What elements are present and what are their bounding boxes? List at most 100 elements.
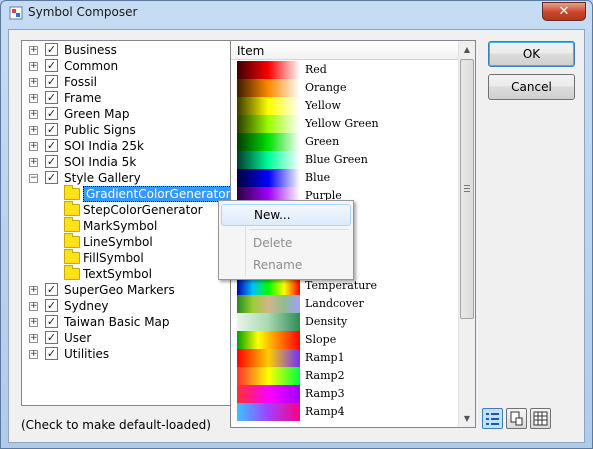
view-list-button[interactable]	[482, 408, 503, 429]
folder-icon	[64, 265, 80, 280]
tree-node-label: Fossil	[64, 75, 97, 89]
default-load-checkbox[interactable]: ✓	[45, 91, 58, 104]
list-item[interactable]: Blue Green	[235, 151, 455, 169]
list-item[interactable]: Ramp1	[235, 349, 455, 367]
context-menu: New... Delete Rename	[218, 200, 354, 280]
default-load-checkbox[interactable]: ✓	[45, 123, 58, 136]
tree-node-label: Green Map	[64, 107, 130, 121]
list-item[interactable]: Ramp3	[235, 385, 455, 403]
list-item-label: Density	[305, 315, 348, 328]
default-load-checkbox[interactable]: ✓	[45, 155, 58, 168]
tree-child-label: FillSymbol	[83, 251, 144, 265]
ok-button[interactable]: OK	[488, 41, 575, 67]
tree-node-label: Utilities	[64, 347, 110, 361]
tree-node-label: Style Gallery	[64, 171, 141, 185]
default-load-checkbox[interactable]: ✓	[45, 107, 58, 120]
gradient-swatch	[237, 349, 300, 367]
expander-icon[interactable]: +	[29, 78, 38, 87]
tree-node-label: Frame	[64, 91, 102, 105]
expander-icon[interactable]: +	[29, 94, 38, 103]
tree-node-label: Business	[64, 43, 117, 57]
list-item[interactable]: Yellow	[235, 97, 455, 115]
default-load-checkbox[interactable]: ✓	[45, 139, 58, 152]
expander-icon[interactable]: +	[29, 46, 38, 55]
expander-icon[interactable]: +	[29, 318, 38, 327]
expander-icon[interactable]: −	[29, 174, 38, 183]
folder-icon	[64, 201, 80, 216]
list-item-label: Yellow	[305, 99, 341, 112]
menu-item-new[interactable]: New...	[221, 204, 351, 226]
list-item[interactable]: Ramp2	[235, 367, 455, 385]
menu-item-rename[interactable]: Rename	[221, 255, 351, 277]
list-item-label: Blue	[305, 171, 331, 184]
expander-icon[interactable]: +	[29, 142, 38, 151]
status-hint: (Check to make default-loaded)	[21, 418, 211, 432]
list-item-label: Landcover	[305, 297, 364, 310]
list-header-label: Item	[237, 44, 265, 58]
scroll-up-arrow-icon[interactable]: ▲	[459, 41, 475, 58]
vertical-scrollbar[interactable]: ▲ ▼	[458, 41, 475, 427]
default-load-checkbox[interactable]: ✓	[45, 171, 58, 184]
gradient-swatch	[237, 115, 300, 133]
list-item-label: Temperature	[305, 279, 378, 292]
default-load-checkbox[interactable]: ✓	[45, 59, 58, 72]
title-bar[interactable]: Symbol Composer ✕	[1, 1, 592, 27]
symbol-composer-window: Symbol Composer ✕ + ✓ Business + ✓ Common + ✓ Fo…	[0, 0, 593, 449]
menu-item-rename-label: Rename	[253, 258, 303, 272]
expander-icon[interactable]: +	[29, 334, 38, 343]
gradient-swatch	[237, 61, 300, 79]
list-item[interactable]: Ramp4	[235, 403, 455, 421]
view-preview-button[interactable]	[506, 408, 527, 429]
list-item[interactable]: Green	[235, 133, 455, 151]
expander-icon[interactable]: +	[29, 286, 38, 295]
tree-child-label: GradientColorGenerator	[83, 186, 234, 202]
tree-node-label: Sydney	[64, 299, 109, 313]
expander-icon[interactable]: +	[29, 126, 38, 135]
list-header-item[interactable]: Item	[231, 41, 458, 60]
expander-icon[interactable]: +	[29, 110, 38, 119]
list-item[interactable]: Blue	[235, 169, 455, 187]
default-load-checkbox[interactable]: ✓	[45, 315, 58, 328]
default-load-checkbox[interactable]: ✓	[45, 299, 58, 312]
expander-icon[interactable]: +	[29, 350, 38, 359]
cancel-button[interactable]: Cancel	[488, 74, 575, 100]
menu-item-delete[interactable]: Delete	[221, 233, 351, 255]
list-item-label: Yellow Green	[305, 117, 379, 130]
tree-node-label: SOI India 5k	[64, 155, 137, 169]
preview-view-icon	[510, 411, 523, 426]
scroll-down-arrow-icon[interactable]: ▼	[459, 410, 475, 427]
list-item[interactable]: Red	[235, 61, 455, 79]
gradient-swatch	[237, 133, 300, 151]
tree-child-label: StepColorGenerator	[83, 203, 203, 217]
list-item[interactable]: Landcover	[235, 295, 455, 313]
list-item[interactable]: Slope	[235, 331, 455, 349]
gradient-swatch	[237, 151, 300, 169]
expander-icon[interactable]: +	[29, 158, 38, 167]
default-load-checkbox[interactable]: ✓	[45, 331, 58, 344]
list-item[interactable]: Density	[235, 313, 455, 331]
list-item[interactable]: Yellow Green	[235, 115, 455, 133]
tree-node-label: SuperGeo Markers	[64, 283, 175, 297]
gradient-swatch	[237, 313, 300, 331]
list-item[interactable]: Orange	[235, 79, 455, 97]
default-load-checkbox[interactable]: ✓	[45, 347, 58, 360]
expander-icon[interactable]: +	[29, 302, 38, 311]
list-item-label: Green	[305, 135, 340, 148]
default-load-checkbox[interactable]: ✓	[45, 283, 58, 296]
default-load-checkbox[interactable]: ✓	[45, 43, 58, 56]
scroll-thumb[interactable]	[460, 59, 474, 319]
list-item-label: Ramp2	[305, 369, 345, 382]
gradient-swatch	[237, 403, 300, 421]
expander-icon[interactable]: +	[29, 62, 38, 71]
tree-child-label: MarkSymbol	[83, 219, 158, 233]
view-grid-button[interactable]	[530, 408, 551, 429]
tree-child-label: TextSymbol	[83, 267, 152, 281]
default-load-checkbox[interactable]: ✓	[45, 75, 58, 88]
list-item-label: Ramp3	[305, 387, 345, 400]
list-item-label: Ramp4	[305, 405, 345, 418]
gradient-swatch	[237, 331, 300, 349]
library-tree[interactable]: + ✓ Business + ✓ Common + ✓ Fossil + ✓ Frame + ✓ Green…	[21, 40, 234, 406]
close-button[interactable]: ✕	[542, 2, 586, 21]
folder-icon	[64, 217, 80, 232]
tree-node-label: Taiwan Basic Map	[64, 315, 170, 329]
